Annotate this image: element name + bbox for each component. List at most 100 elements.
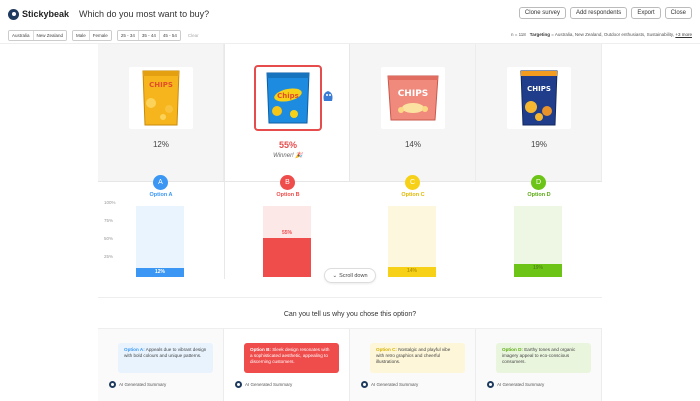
summary-option-name: Option C: (376, 347, 397, 352)
filter-chip-female[interactable]: Female (89, 31, 111, 40)
summary-card-b: Option B: Sleek design resonates with a … (244, 343, 339, 373)
filter-bar: Australia New Zealand Male Female 25 - 3… (0, 28, 700, 44)
option-image-b[interactable]: Chips (254, 65, 322, 131)
filter-chip-australia[interactable]: Australia (9, 31, 34, 40)
percent-d: 19% (530, 140, 547, 149)
scroll-down-label: Scroll down (339, 272, 368, 279)
bar-track-a: 12% (136, 206, 184, 277)
ai-summary-text: AI Generated Summary (119, 382, 167, 387)
summary-column-b: Option B: Sleek design resonates with a … (224, 329, 350, 401)
survey-question: Which do you most want to buy? (79, 9, 210, 19)
targeting-value: = Australia, New Zealand, Outdoor enthus… (551, 32, 675, 37)
percent-b: 55% (278, 140, 297, 150)
winner-label: Winner! 🎉 (273, 153, 303, 159)
chips-bag-icon: CHIPS (142, 70, 180, 126)
ai-icon (235, 381, 242, 388)
product-label-a: CHIPS (149, 81, 173, 89)
option-result-a: A Option A 12% (98, 175, 224, 279)
ai-summary-text: AI Generated Summary (245, 382, 293, 387)
option-result-c: C Option C 14% (350, 175, 476, 279)
option-image-a[interactable]: CHIPS (129, 67, 193, 129)
bar-label-d: 19% (532, 264, 543, 271)
summary-card-d: Option D: Earthy tones and organic image… (496, 343, 591, 373)
app-name: Stickybeak (22, 9, 70, 19)
clear-filters-link[interactable]: Clear (188, 33, 199, 38)
summary-column-d: Option D: Earthy tones and organic image… (476, 329, 602, 401)
option-result-d: D Option D 19% (476, 175, 602, 279)
summary-option-name: Option A: (124, 347, 145, 352)
option-label-a: Option A (149, 192, 173, 198)
ai-summary-label: AI Generated Summary (361, 381, 418, 388)
bar-track-d: 19% (514, 206, 562, 277)
option-image-d[interactable]: CHIPS (507, 67, 571, 129)
respondent-count: n = 118 (510, 32, 526, 37)
country-filter: Australia New Zealand (8, 30, 68, 41)
bar-track-c: 14% (388, 206, 436, 277)
option-column-a: CHIPS 12% A Option A 12% (98, 44, 224, 279)
option-label-c: Option C (401, 192, 425, 198)
targeting-text: Targeting = Australia, New Zealand, Outd… (530, 32, 692, 37)
ai-summary-label: AI Generated Summary (109, 381, 166, 388)
targeting-info: n = 118 Targeting = Australia, New Zeala… (511, 32, 692, 37)
mascot-icon (323, 91, 333, 101)
option-badge-d: D (531, 175, 546, 190)
product-label-d: CHIPS (527, 85, 551, 93)
chips-bag-icon: Chips (266, 72, 310, 124)
option-label-d: Option D (527, 192, 551, 198)
option-badge-c: C (405, 175, 420, 190)
ai-summary-text: AI Generated Summary (497, 382, 545, 387)
filter-chip-age-25-34[interactable]: 25 - 34 (117, 31, 139, 40)
percent-a: 12% (152, 140, 169, 149)
close-button[interactable]: Close (664, 7, 692, 19)
option-column-b: Chips 55% Winner! 🎉 B Option B 55% (224, 44, 351, 279)
top-bar: Stickybeak Which do you most want to buy… (0, 0, 700, 28)
filter-chip-male[interactable]: Male (73, 31, 90, 40)
clone-survey-button[interactable]: Clone survey (518, 7, 566, 19)
ai-icon (361, 381, 368, 388)
ai-summary-text: AI Generated Summary (371, 382, 419, 387)
summary-card-c: Option C: Nostalgic and playful vibe wit… (370, 343, 465, 373)
logo[interactable]: Stickybeak (8, 8, 70, 20)
summaries-row: Option A: Appeals due to vibrant design … (98, 328, 602, 401)
summary-option-name: Option B: (250, 347, 271, 352)
option-column-d: CHIPS 19% D Option D 19% (476, 44, 602, 279)
option-badge-b: B (280, 175, 295, 190)
chips-bag-icon: CHIPS (387, 75, 439, 121)
bar-b (263, 237, 311, 277)
age-filter: 25 - 34 35 - 44 45 - 54 (116, 30, 181, 41)
export-button[interactable]: Export (631, 7, 661, 19)
summary-column-c: Option C: Nostalgic and playful vibe wit… (350, 329, 476, 401)
option-label-b: Option B (276, 192, 300, 198)
summary-option-name: Option D: (502, 347, 523, 352)
bar-label-c: 14% (406, 268, 417, 275)
ai-icon (109, 381, 116, 388)
ai-summary-label: AI Generated Summary (235, 381, 292, 388)
product-label-c: CHIPS (398, 89, 429, 99)
filter-chip-age-45-54[interactable]: 45 - 54 (159, 31, 180, 40)
bar-label-b: 55% (281, 229, 292, 236)
summary-column-a: Option A: Appeals due to vibrant design … (98, 329, 224, 401)
option-badge-a: A (153, 175, 168, 190)
bar-track-b: 55% (263, 206, 311, 277)
filter-chip-age-35-44[interactable]: 35 - 44 (138, 31, 160, 40)
ai-summary-label: AI Generated Summary (487, 381, 544, 388)
toolbar-actions: Clone survey Add respondents Export Clos… (518, 7, 692, 19)
product-label-b: Chips (277, 92, 299, 100)
option-result-b: B Option B 55% (225, 175, 351, 279)
targeting-label: Targeting (529, 32, 550, 37)
gender-filter: Male Female (72, 30, 112, 41)
add-respondents-button[interactable]: Add respondents (569, 7, 628, 19)
option-column-c: CHIPS 14% C Option C 14% (350, 44, 476, 279)
divider (98, 297, 602, 298)
results-columns: CHIPS 12% A Option A 12% Chips 55% Winne… (98, 44, 602, 279)
option-image-c[interactable]: CHIPS (381, 67, 445, 129)
summary-card-a: Option A: Appeals due to vibrant design … (118, 343, 213, 373)
filter-chip-new-zealand[interactable]: New Zealand (33, 31, 67, 40)
scroll-down-button[interactable]: ⌄ Scroll down (324, 268, 376, 283)
chips-bag-icon: CHIPS (520, 70, 558, 126)
chevron-down-icon: ⌄ (332, 272, 338, 279)
percent-c: 14% (404, 140, 421, 149)
more-targeting-link[interactable]: +3 more (675, 32, 692, 37)
logo-icon (8, 8, 19, 20)
followup-question: Can you tell us why you chose this optio… (283, 311, 417, 318)
